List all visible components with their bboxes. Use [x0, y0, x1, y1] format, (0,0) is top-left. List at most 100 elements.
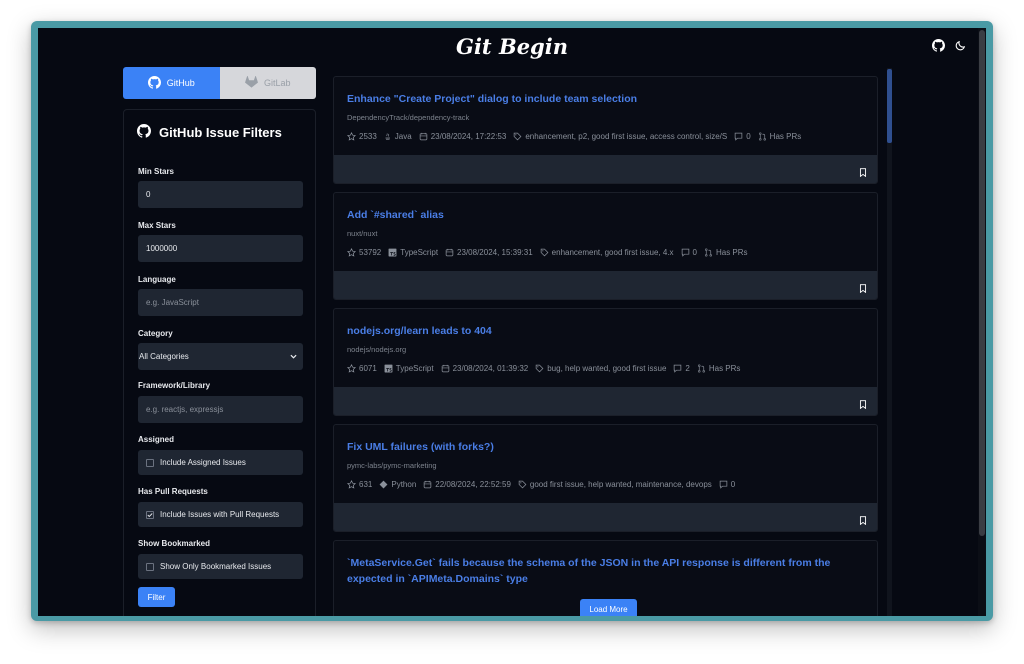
language-meta: TypeScript	[388, 248, 438, 257]
calendar-icon	[424, 480, 432, 489]
language-meta: Python	[379, 480, 416, 489]
tag-icon	[514, 132, 522, 141]
min-stars-input[interactable]: 0	[138, 181, 303, 208]
issue-title[interactable]: Enhance "Create Project" dialog to inclu…	[347, 91, 864, 107]
issue-meta: 2533 Java 23/08/2024, 17:22:53 enhanceme…	[347, 132, 801, 141]
comment-icon	[681, 248, 689, 257]
tab-gitlab-label: GitLab	[263, 78, 291, 88]
pull-requests-checkbox-row[interactable]: Include Issues with Pull Requests	[138, 502, 303, 527]
filters-header: GitHub Issue Filters	[137, 124, 282, 141]
language-label: Language	[138, 275, 176, 284]
issue-repo: nuxt/nuxt	[347, 229, 378, 238]
bookmark-icon[interactable]	[859, 280, 867, 298]
tag-icon	[535, 364, 544, 373]
issue-repo: nodejs/nodejs.org	[347, 345, 407, 354]
pull-requests-checkbox[interactable]	[146, 510, 154, 519]
pull-requests-label: Has Pull Requests	[138, 487, 208, 496]
pr-meta: Has PRs	[758, 132, 802, 141]
assigned-checkbox-row[interactable]: Include Assigned Issues	[138, 450, 303, 475]
comments-meta: 0	[719, 480, 735, 489]
issue-labels: enhancement, good first issue, 4.x	[551, 248, 674, 257]
labels-meta: good first issue, help wanted, maintenan…	[518, 480, 712, 489]
comments-count: 0	[746, 132, 751, 141]
app-screen: Git Begin GitHub GitLab GitHub Issue Fil…	[38, 28, 986, 616]
issue-title[interactable]: `MetaService.Get` fails because the sche…	[347, 555, 864, 587]
comment-icon	[674, 364, 682, 373]
issue-title[interactable]: Add `#shared` alias	[347, 207, 864, 223]
issue-date: 22/08/2024, 22:52:59	[435, 480, 511, 489]
bookmark-icon[interactable]	[859, 164, 867, 182]
filter-button[interactable]: Filter	[138, 587, 175, 607]
issue-card: Enhance "Create Project" dialog to inclu…	[333, 76, 878, 184]
issue-footer	[334, 271, 877, 299]
issue-footer	[334, 155, 877, 183]
github-icon	[137, 124, 152, 141]
stars-count: 631	[359, 480, 373, 489]
star-icon	[347, 364, 356, 373]
bookmark-icon[interactable]	[859, 396, 867, 414]
issue-title[interactable]: nodejs.org/learn leads to 404	[347, 323, 864, 339]
issue-card: Fix UML failures (with forks?) pymc-labs…	[333, 424, 878, 532]
moon-icon[interactable]	[955, 40, 966, 51]
framework-input[interactable]: e.g. reactjs, expressjs	[138, 396, 303, 423]
bookmarked-label: Show Bookmarked	[138, 539, 211, 548]
language-name: TypeScript	[400, 248, 439, 257]
issue-meta: 631 Python 22/08/2024, 22:52:59 good fir…	[347, 480, 735, 489]
stars-meta: 631	[347, 480, 372, 489]
category-select[interactable]: All Categories	[138, 343, 303, 370]
stars-meta: 2533	[347, 132, 377, 141]
comment-icon	[719, 480, 728, 489]
bookmark-icon[interactable]	[859, 512, 867, 530]
comments-count: 0	[730, 480, 736, 489]
language-input[interactable]: e.g. JavaScript	[138, 289, 303, 316]
pull-request-icon	[758, 132, 766, 141]
assigned-checkbox[interactable]	[146, 458, 154, 467]
language-name: Java	[394, 132, 412, 141]
max-stars-label: Max Stars	[138, 221, 176, 230]
tag-icon	[518, 480, 527, 489]
max-stars-input[interactable]: 1000000	[138, 235, 303, 262]
bookmarked-option-label: Show Only Bookmarked Issues	[160, 562, 272, 571]
category-select-value: All Categories	[139, 352, 189, 361]
bookmarked-checkbox[interactable]	[146, 562, 154, 571]
assigned-option-label: Include Assigned Issues	[160, 458, 246, 467]
has-prs-label: Has PRs	[708, 364, 741, 373]
pull-requests-option-label: Include Issues with Pull Requests	[160, 510, 280, 519]
framework-label: Framework/Library	[138, 381, 211, 390]
typescript-icon	[388, 248, 397, 257]
labels-meta: bug, help wanted, good first issue	[535, 364, 666, 373]
issues-scrollbar[interactable]	[887, 68, 892, 616]
issue-labels: bug, help wanted, good first issue	[547, 364, 667, 373]
language-name: Python	[391, 480, 417, 489]
issue-meta: 6071 TypeScript 23/08/2024, 01:39:32 bug…	[347, 364, 740, 373]
stars-count: 53792	[359, 248, 382, 257]
load-more-button[interactable]: Load More	[580, 599, 637, 616]
comment-icon	[734, 132, 743, 141]
tab-github[interactable]: GitHub	[123, 67, 220, 99]
issue-title[interactable]: Fix UML failures (with forks?)	[347, 439, 864, 455]
python-icon	[379, 480, 388, 489]
issues-scrollbar-thumb[interactable]	[887, 69, 892, 143]
issue-date: 23/08/2024, 15:39:31	[457, 248, 533, 257]
issue-footer	[334, 387, 877, 415]
stars-count: 6071	[359, 364, 377, 373]
issue-labels: good first issue, help wanted, maintenan…	[529, 480, 712, 489]
issue-repo: pymc-labs/pymc-marketing	[347, 461, 437, 470]
comments-meta: 0	[734, 132, 751, 141]
issue-card: Add `#shared` alias nuxt/nuxt 53792 Type…	[333, 192, 878, 300]
language-meta: Java	[384, 132, 412, 141]
app-title: Git Begin	[456, 34, 568, 59]
tab-gitlab[interactable]: GitLab	[219, 67, 316, 99]
has-prs-label: Has PRs	[715, 248, 748, 257]
gitlab-icon	[245, 75, 258, 90]
chevron-down-icon	[290, 352, 297, 361]
calendar-icon	[445, 248, 454, 257]
issue-repo: DependencyTrack/dependency-track	[347, 113, 470, 122]
has-prs-label: Has PRs	[769, 132, 802, 141]
window-scrollbar-thumb[interactable]	[979, 30, 985, 536]
github-icon[interactable]	[932, 39, 945, 52]
date-meta: 22/08/2024, 22:52:59	[423, 480, 511, 489]
top-icons	[932, 39, 966, 52]
stars-meta: 53792	[347, 248, 381, 257]
bookmarked-checkbox-row[interactable]: Show Only Bookmarked Issues	[138, 554, 303, 579]
